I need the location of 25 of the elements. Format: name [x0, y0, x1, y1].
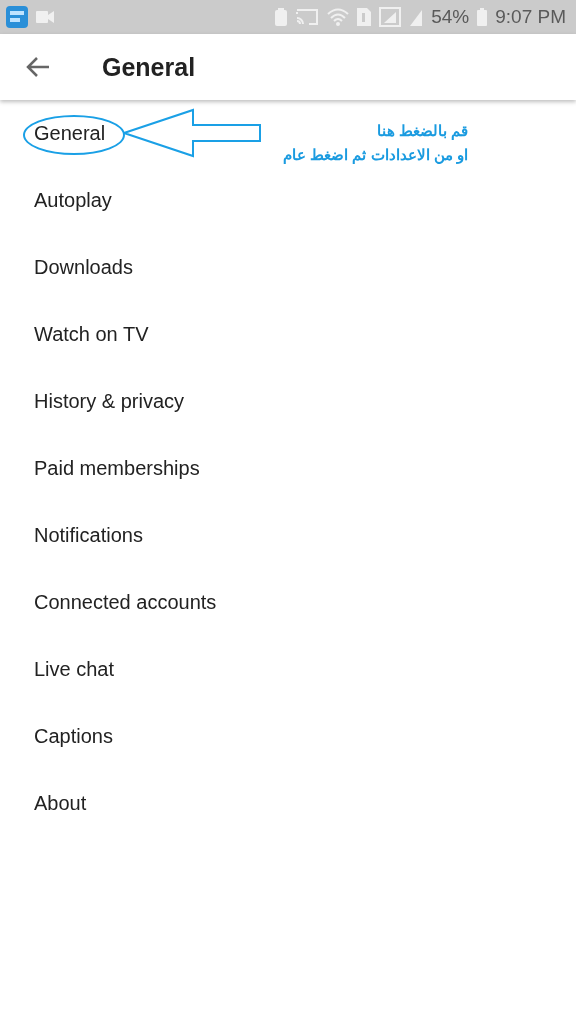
settings-item[interactable]: Connected accounts: [0, 569, 576, 636]
battery-saver-icon: [275, 8, 288, 26]
settings-item[interactable]: Paid memberships: [0, 435, 576, 502]
battery-percentage: 54%: [431, 6, 470, 28]
sim-card-icon: [357, 8, 372, 26]
video-camera-icon: [36, 11, 54, 23]
settings-item[interactable]: History & privacy: [0, 368, 576, 435]
back-arrow-icon: [25, 56, 51, 78]
cast-icon: [295, 8, 320, 26]
signal-icon: [409, 8, 424, 26]
settings-item[interactable]: About: [0, 770, 576, 837]
settings-item[interactable]: Watch on TV: [0, 301, 576, 368]
settings-item[interactable]: Live chat: [0, 636, 576, 703]
page-title: General: [102, 52, 196, 82]
annotation-text: او من الاعدادات ثم اضغط عام: [282, 146, 468, 164]
settings-item[interactable]: Captions: [0, 703, 576, 770]
battery-icon: [477, 8, 488, 26]
annotation-text: قم بالضغط هنا: [375, 122, 468, 140]
app-icon[interactable]: [6, 6, 28, 28]
settings-item[interactable]: Notifications: [0, 502, 576, 569]
clock-time: 9:07 PM: [495, 6, 566, 28]
settings-item[interactable]: Autoplay: [0, 167, 576, 234]
wifi-icon: [327, 8, 350, 26]
settings-item[interactable]: Downloads: [0, 234, 576, 301]
signal-icon: [379, 7, 402, 27]
